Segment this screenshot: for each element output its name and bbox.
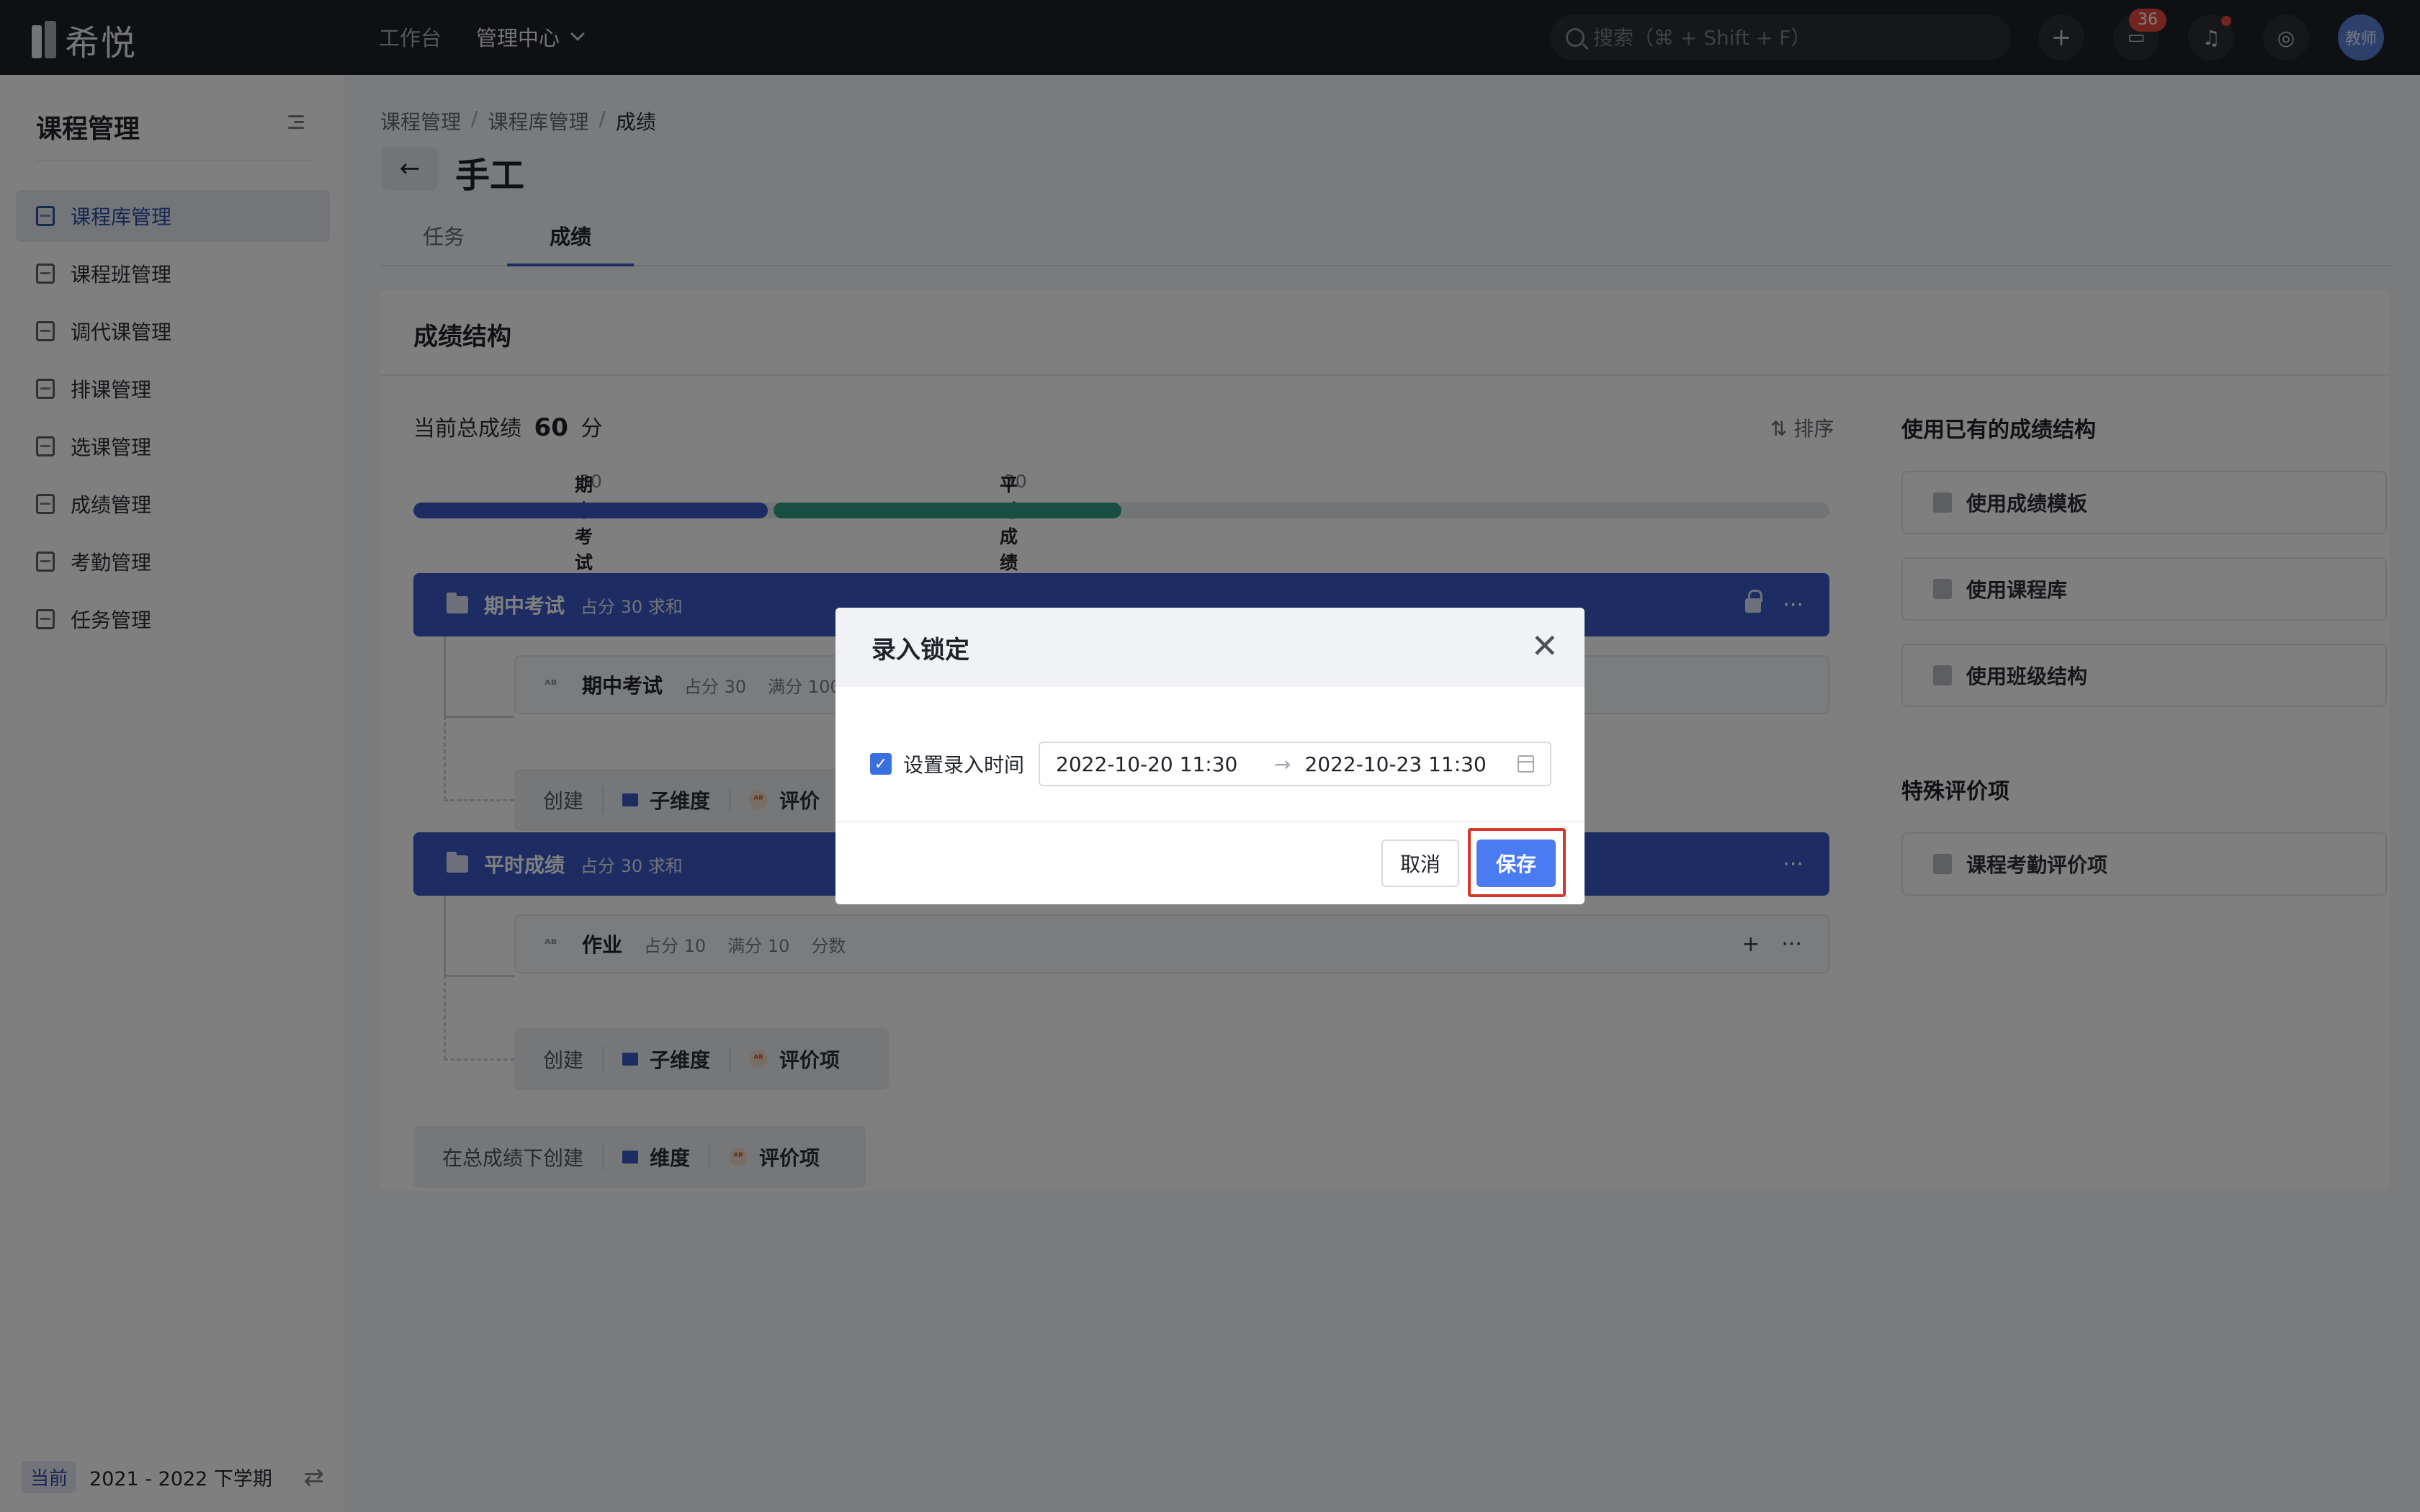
check-icon: ✓ <box>874 755 888 773</box>
date-range-picker[interactable]: 2022-10-20 11:30 → 2022-10-23 11:30 <box>1039 742 1552 786</box>
start-date[interactable]: 2022-10-20 11:30 <box>1056 752 1260 776</box>
calendar-icon <box>1518 755 1535 773</box>
close-icon[interactable]: ✕ <box>1531 629 1559 662</box>
dialog-footer: 取消 保存 <box>835 821 1585 904</box>
end-date[interactable]: 2022-10-23 11:30 <box>1304 752 1509 776</box>
save-button[interactable]: 保存 <box>1476 840 1556 887</box>
arrow-right-icon: → <box>1273 752 1291 776</box>
dialog-title: 录入锁定 <box>835 608 1585 687</box>
cancel-button[interactable]: 取消 <box>1381 840 1459 887</box>
set-entry-time-label: 设置录入时间 <box>903 753 1025 777</box>
set-entry-time-checkbox[interactable]: ✓ <box>870 753 892 775</box>
entry-lock-dialog: 录入锁定 ✕ ✓ 设置录入时间 2022-10-20 11:30 → 2022-… <box>835 608 1585 904</box>
dialog-body: ✓ 设置录入时间 2022-10-20 11:30 → 2022-10-23 1… <box>870 742 1552 786</box>
